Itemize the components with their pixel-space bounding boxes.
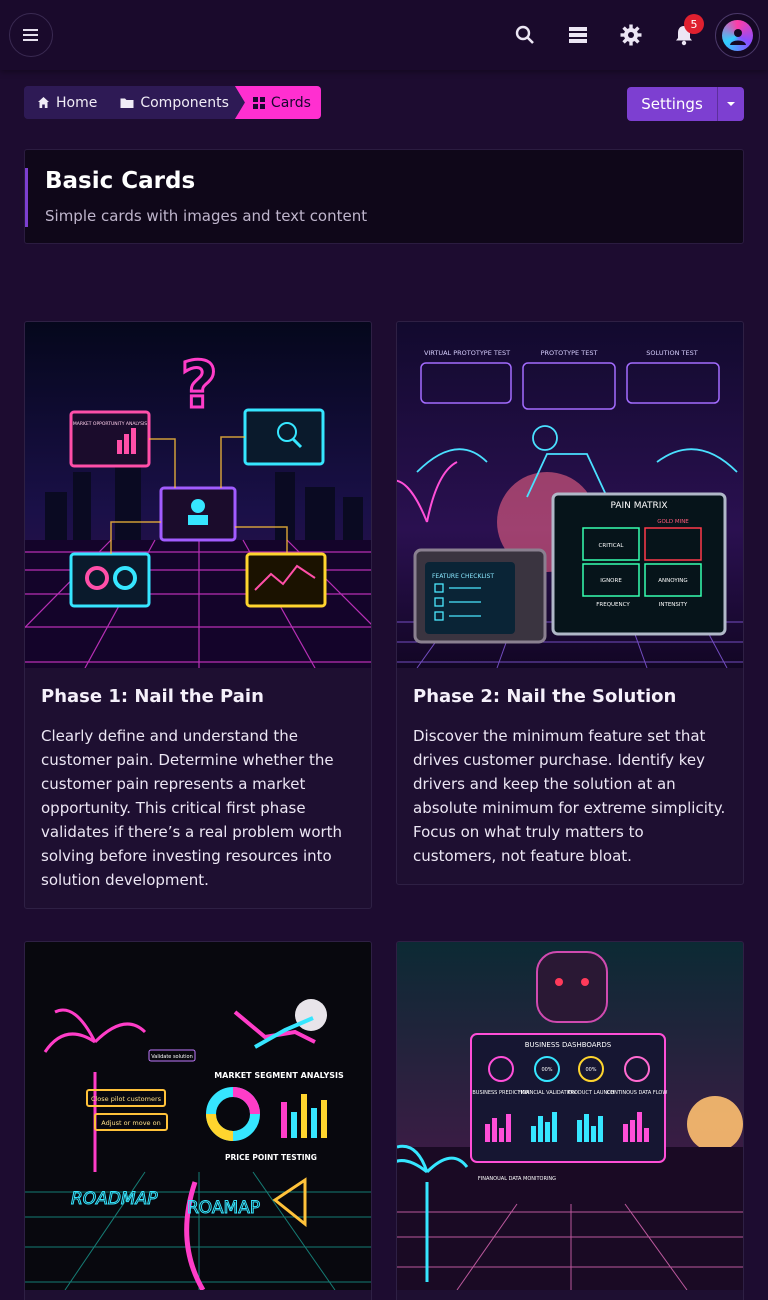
search-button[interactable] — [508, 18, 542, 52]
storage-button[interactable] — [561, 18, 595, 52]
home-icon — [38, 97, 49, 108]
breadcrumb: Home Components Cards — [24, 86, 321, 119]
image-label: PAIN MATRIX — [610, 501, 667, 511]
image-label: 00% — [541, 1067, 552, 1073]
notification-badge: 5 — [684, 14, 704, 34]
settings-split-button: Settings — [627, 87, 744, 121]
image-label: Close pilot customers — [91, 1095, 162, 1103]
breadcrumb-cards-label: Cards — [270, 94, 311, 111]
breadcrumb-cards[interactable]: Cards — [234, 86, 321, 119]
breadcrumb-home[interactable]: Home — [24, 86, 108, 119]
caret-down-icon — [727, 102, 735, 106]
image-label: INTENSITY — [659, 602, 688, 608]
gear-icon — [620, 24, 642, 46]
image-label: PROTOTYPE TEST — [541, 349, 598, 357]
image-label: FINANOUAL DATA MONITORING — [478, 1176, 556, 1182]
image-label: PRICE POINT TESTING — [225, 1153, 317, 1162]
settings-dropdown-toggle[interactable] — [717, 87, 744, 121]
image-label: ANNOYING — [658, 578, 687, 584]
card-image: Validate solution Close pilot customers … — [25, 942, 371, 1290]
page-title: Basic Cards — [45, 168, 196, 194]
menu-button[interactable] — [9, 13, 53, 57]
folder-icon — [120, 98, 134, 108]
settings-gear-button[interactable] — [614, 18, 648, 52]
image-label: FREQUENCY — [596, 602, 630, 608]
card-text: Clearly define and understand the custom… — [41, 727, 343, 889]
card-image: VIRTUAL PROTOTYPE TEST PROTOTYPE TEST SO… — [397, 322, 743, 668]
image-label: BUSINESS DASHBOARDS — [525, 1041, 612, 1049]
image-label: IGNORE — [600, 578, 622, 584]
avatar-icon — [722, 20, 753, 51]
storage-icon — [569, 27, 587, 43]
image-label: MARKET OPPORTUNITY ANALYSIS — [73, 421, 147, 427]
svg-text:?: ? — [180, 349, 217, 423]
settings-button[interactable]: Settings — [627, 95, 717, 113]
user-avatar[interactable] — [715, 13, 760, 58]
card-title: Phase 2: Nail the Solution — [413, 686, 677, 707]
page-header: Basic Cards Simple cards with images and… — [24, 149, 744, 244]
image-label: SOLUTION TEST — [646, 349, 697, 357]
header-accent-bar — [25, 168, 28, 227]
breadcrumb-components-label: Components — [140, 94, 229, 111]
card-title: Phase 1: Nail the Pain — [41, 686, 264, 707]
card-text: Discover the minimum feature set that dr… — [413, 727, 726, 865]
card-phase-2: VIRTUAL PROTOTYPE TEST PROTOTYPE TEST SO… — [396, 321, 744, 885]
image-label: MARKET SEGMENT ANALYSIS — [214, 1071, 344, 1080]
page-subtitle: Simple cards with images and text conten… — [45, 207, 368, 225]
card-phase-3: Validate solution Close pilot customers … — [24, 941, 372, 1300]
image-label: ROADMAP — [71, 1189, 158, 1209]
image-label: FEATURE CHECKLIST — [432, 573, 494, 580]
grid-icon — [252, 96, 265, 109]
top-navbar: 5 — [0, 0, 768, 70]
image-label: VIRTUAL PROTOTYPE TEST — [424, 349, 510, 357]
menu-icon — [23, 29, 38, 41]
search-icon — [515, 25, 534, 44]
image-label: 00% — [585, 1067, 596, 1073]
image-label: ROAMAP — [187, 1198, 260, 1218]
image-label: GOLD MINE — [657, 519, 689, 525]
breadcrumb-components[interactable]: Components — [107, 86, 239, 119]
image-label: Adjust or move on — [101, 1119, 160, 1127]
card-phase-4: BUSINESS DASHBOARDS 00% 00% BUSINESS PRE… — [396, 941, 744, 1300]
image-label: Validate solution — [151, 1054, 193, 1060]
breadcrumb-home-label: Home — [56, 94, 98, 111]
card-image: BUSINESS DASHBOARDS 00% 00% BUSINESS PRE… — [397, 942, 743, 1290]
card-phase-1: ? MARKET OPPORTUNITY ANALYSIS Phase 1: N… — [24, 321, 372, 909]
image-label: CONTINOUS DATA FLOW — [607, 1090, 668, 1096]
card-image: ? MARKET OPPORTUNITY ANALYSIS — [25, 322, 371, 668]
image-label: CRITICAL — [599, 543, 625, 549]
